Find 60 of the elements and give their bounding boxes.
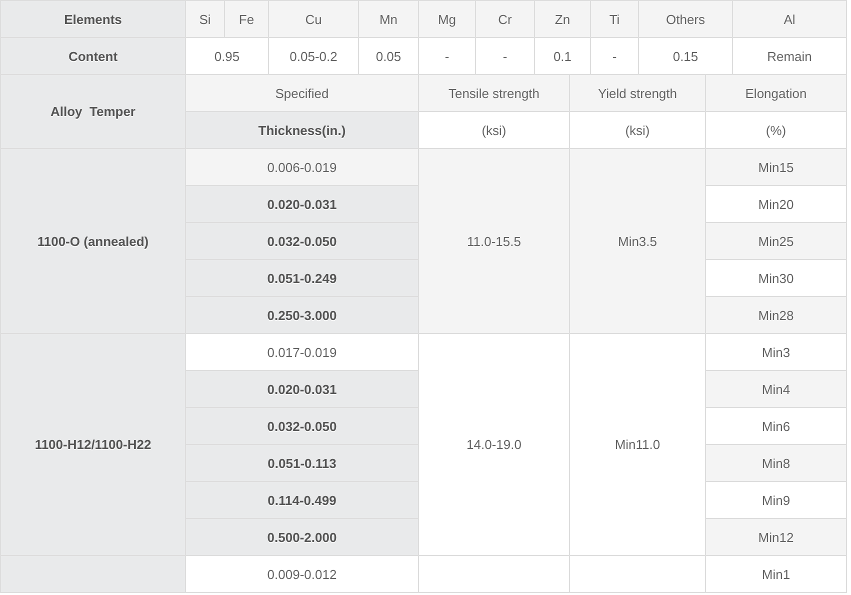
table-cell: - [590,38,638,74]
table-cell: 0.032-0.050 [186,222,418,260]
table-cell: Min30 [706,260,846,296]
table-cell: 0.95 [186,38,268,74]
table-cell: 0.020-0.031 [186,186,418,222]
header-cell: Zn [534,0,590,38]
header-cell: Mn [358,0,418,38]
header-cell: 1100-O (annealed) [0,148,186,334]
header-cell: Others [638,0,732,38]
table-cell: Min15 [706,148,846,186]
table-cell: 0.020-0.031 [186,370,418,408]
table-cell: Min3.5 [570,148,706,334]
header-cell: Yield strength [570,75,706,112]
table-cell: 0.05 [358,38,418,74]
table-cell: 0.114-0.499 [186,482,418,518]
header-cell: Fe [224,0,268,38]
table-cell: 0.051-0.249 [186,260,418,296]
table-cell: 14.0-19.0 [418,334,570,556]
table-cell: 0.006-0.019 [186,148,418,186]
table-cell: Min20 [706,186,846,222]
table-cell: Min9 [706,482,846,518]
table-cell: (%) [706,112,846,148]
header-cell: Cu [268,0,358,38]
table-cell: 0.051-0.113 [186,444,418,482]
table-cell: Min4 [706,370,846,408]
table-cell: 0.032-0.050 [186,408,418,444]
table-cell: 0.500-2.000 [186,518,418,556]
table-cell: Min8 [706,444,846,482]
table-cell: Min28 [706,296,846,334]
header-cell: Content [0,38,186,74]
table-cell: 0.15 [638,38,732,74]
header-cell: Elements [0,0,186,38]
header-cell: Tensile strength [418,75,570,112]
table-cell: Min25 [706,222,846,260]
table-cell: (ksi) [570,112,706,148]
table-cell: Min3 [706,334,846,370]
header-cell: 1100-H12/1100-H22 [0,334,186,556]
table-cell: Min6 [706,408,846,444]
header-cell: Si [186,0,224,38]
header-cell: Specified [186,75,418,112]
table-cell: 11.0-15.5 [418,148,570,334]
table-cell: 0.017-0.019 [186,334,418,370]
header-cell: Ti [590,0,638,38]
table-cell: - [476,38,534,74]
header-cell: Cr [476,0,534,38]
table-cell: Min12 [706,518,846,556]
table-cell: 0.250-3.000 [186,296,418,334]
header-cell: Thickness(in.) [186,112,418,148]
header-cell: Mg [418,0,476,38]
table-cell: 0.009-0.012 [186,556,418,592]
header-cell: Al [732,0,846,38]
table-cell: - [418,38,476,74]
table-cell: 0.05-0.2 [268,38,358,74]
table-cell: Remain [732,38,846,74]
table-cell: (ksi) [418,112,570,148]
table-cell: 0.1 [534,38,590,74]
header-cell: Elongation [706,75,846,112]
table-cell: Min1 [706,556,846,592]
table-cell: Min11.0 [570,334,706,556]
header-cell: Alloy Temper [0,75,186,148]
